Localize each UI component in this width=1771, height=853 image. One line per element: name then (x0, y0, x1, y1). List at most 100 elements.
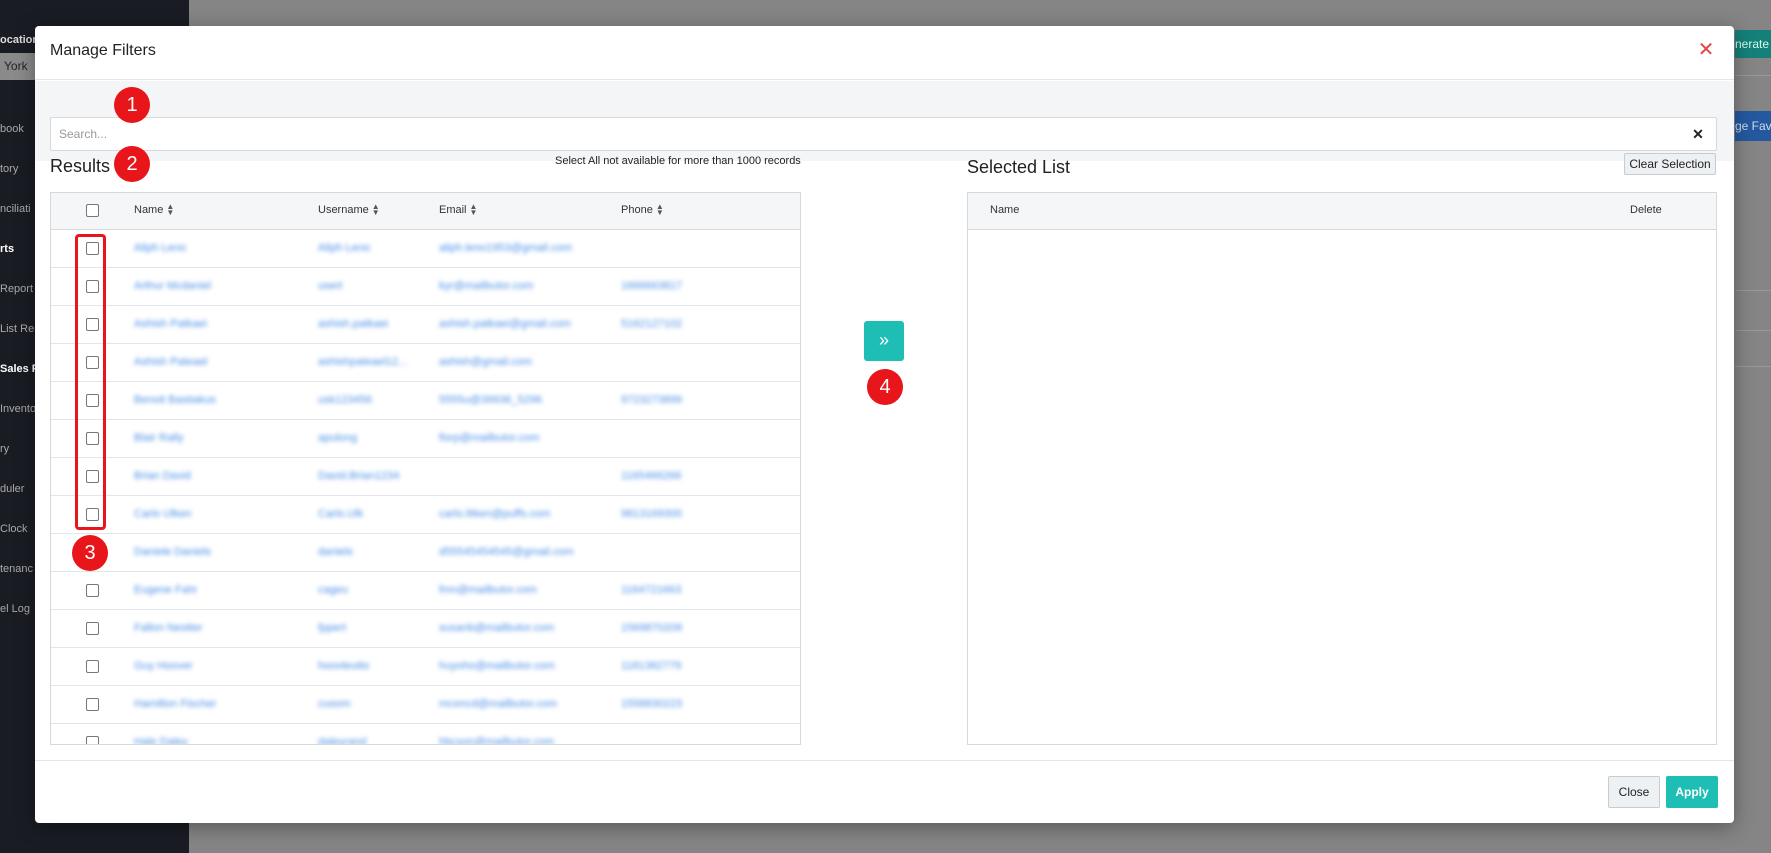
cell-username: cageu (318, 584, 348, 596)
modal-header: Manage Filters ✕ (35, 26, 1734, 80)
cell-name: Ashish Pateael (134, 356, 208, 368)
cell-username: cusom (318, 698, 351, 710)
cell-username: ashishpateael12... (318, 356, 408, 368)
cell-name: Guy Hoover (134, 660, 193, 672)
add-selected-button[interactable]: » (864, 321, 904, 361)
sort-icon: ▲ ▼ (371, 202, 380, 218)
select-all-checkbox[interactable] (86, 204, 99, 217)
cell-username: usert (318, 280, 343, 292)
results-table-header: Name ▲ ▼ Username ▲ ▼ Email ▲ ▼ Phone ▲ ▼ (51, 193, 800, 230)
cell-email: carlo.litken@puffs.com (439, 508, 551, 520)
clear-icon[interactable]: ✕ (1690, 126, 1706, 142)
annotation-badge-1: 1 (114, 87, 150, 123)
annotation-badge-4: 4 (867, 369, 903, 405)
background-nav-item: Report (0, 283, 34, 295)
background-nav-item: el Log (0, 603, 30, 615)
cell-username: hoovteutto (318, 660, 370, 672)
table-row[interactable]: Arthur Mcdaniel usert kyr@mailbutor.com 166… (51, 268, 800, 306)
cell-username: ashish.patkaei (318, 318, 389, 330)
background-nav-item: nciliati (0, 203, 31, 215)
cell-name: Daniele Daniels (134, 546, 212, 558)
column-header-phone[interactable]: Phone ▲ ▼ (621, 202, 664, 218)
column-header-username[interactable]: Username ▲ ▼ (318, 202, 380, 218)
table-row[interactable]: Eugene Fahr cageu fmn@mailbutor.com 1164721… (51, 572, 800, 610)
selected-list-table: Name Delete (967, 192, 1717, 745)
cell-email: d55545454545@gmail.com (439, 546, 574, 558)
generate-button: nerate (1735, 30, 1771, 58)
row-checkbox[interactable] (86, 698, 99, 711)
cell-username: apulong (318, 432, 358, 444)
close-button[interactable]: Close (1608, 776, 1660, 808)
selected-list-title: Selected List (967, 157, 1071, 177)
modal-footer: Close Apply (35, 760, 1734, 823)
double-chevron-right-icon: » (878, 330, 889, 350)
table-row[interactable]: Carlo Ulken Carlo.Ulk carlo.litken@puffs.c… (51, 496, 800, 534)
apply-button[interactable]: Apply (1666, 776, 1718, 808)
background-nav-item: tory (0, 163, 19, 175)
search-section: ✕ (35, 81, 1734, 161)
row-checkbox[interactable] (86, 660, 99, 673)
background-nav-item: ry (0, 443, 10, 455)
background-divider (1735, 75, 1771, 76)
table-row[interactable]: Fallon Nestter fppert susanb@mailbutor.com… (51, 610, 800, 648)
background-nav-item: book (0, 123, 24, 135)
table-row[interactable]: Hamilton Fischer cusom mconcd@mailbutor.co… (51, 686, 800, 724)
modal-title: Manage Filters (50, 42, 156, 59)
row-checkbox[interactable] (86, 622, 99, 635)
selected-list-header: Name Delete (968, 193, 1716, 230)
table-row[interactable]: Daniele Daniels daniels d55545454545@gmail… (51, 534, 800, 572)
clear-selection-button[interactable]: Clear Selection (1624, 153, 1716, 175)
column-header-email[interactable]: Email ▲ ▼ (439, 202, 478, 218)
cell-email: aliph.leno1953@gmail.com (439, 242, 572, 254)
annotation-badge-3: 3 (72, 535, 108, 571)
background-divider (1735, 290, 1771, 291)
cell-email: ashish.patkaei@gmail.com (439, 318, 571, 330)
table-row[interactable]: Brian David David.Brian1234 1165466266 (51, 458, 800, 496)
selected-column-delete: Delete (1630, 204, 1662, 216)
cell-name: Brian David (134, 470, 191, 482)
table-row[interactable]: Guy Hoover hoovteutto huyoho@mailbutor.com… (51, 648, 800, 686)
background-divider (1735, 366, 1771, 367)
table-row[interactable]: Ashish Patkaei ashish.patkaei ashish.patka… (51, 306, 800, 344)
cell-email: fmn@mailbutor.com (439, 584, 537, 596)
background-nav-item: Clock (0, 523, 28, 535)
results-table: Name ▲ ▼ Username ▲ ▼ Email ▲ ▼ Phone ▲ ▼ Aliph … (50, 192, 801, 745)
cell-phone: 1569870209 (621, 622, 683, 634)
cell-email: fisrp@mailbutor.com (439, 432, 540, 444)
cell-username: daleyrand (318, 736, 367, 745)
cell-email: 5555u@39936_5296 (439, 394, 542, 406)
cell-username: daniels (318, 546, 353, 558)
cell-name: Blair Rally (134, 432, 184, 444)
cell-phone: 1558830223 (621, 698, 683, 710)
cell-phone: 5162127102 (621, 318, 683, 330)
manage-favorites-button: ge Favo (1735, 111, 1771, 141)
column-header-name[interactable]: Name ▲ ▼ (134, 203, 174, 217)
cell-name: Ashish Patkaei (134, 318, 207, 330)
selected-column-name: Name (990, 204, 1020, 216)
cell-name: Fallon Nestter (134, 622, 203, 634)
table-row[interactable]: Blair Rally apulong fisrp@mailbutor.com (51, 420, 800, 458)
cell-name: Carlo Ulken (134, 508, 192, 520)
cell-email: hbcson@mailbutor.com (439, 736, 555, 745)
location-select: York (0, 53, 36, 80)
cell-username: David.Brian1234 (318, 470, 400, 482)
background-nav-item: List Re (0, 323, 35, 335)
table-row[interactable]: Aliph Leno Aliph Leno aliph.leno1953@gmail… (51, 230, 800, 268)
results-title: Results (50, 156, 111, 176)
table-row[interactable]: Hale Daley daleyrand hbcson@mailbutor.com (51, 724, 800, 745)
select-all-note: Select All not available for more than 1… (555, 155, 801, 167)
background-nav-item: Sales F (0, 363, 36, 375)
close-icon[interactable]: ✕ (1694, 38, 1718, 62)
sort-icon: ▲ ▼ (655, 202, 664, 218)
background-nav-item: Invento (0, 403, 36, 415)
search-input[interactable] (51, 118, 1671, 150)
cell-email: susanb@mailbutor.com (439, 622, 555, 634)
annotation-highlight-box (75, 234, 106, 530)
search-box: ✕ (50, 117, 1717, 151)
table-row[interactable]: Ashish Pateael ashishpateael12... ashish@g… (51, 344, 800, 382)
table-row[interactable]: Benoit Bastiakus usk123456 5555u@39936_529… (51, 382, 800, 420)
row-checkbox[interactable] (86, 736, 99, 744)
background-divider (1735, 330, 1771, 331)
sort-icon: ▲ ▼ (469, 202, 478, 218)
row-checkbox[interactable] (86, 584, 99, 597)
